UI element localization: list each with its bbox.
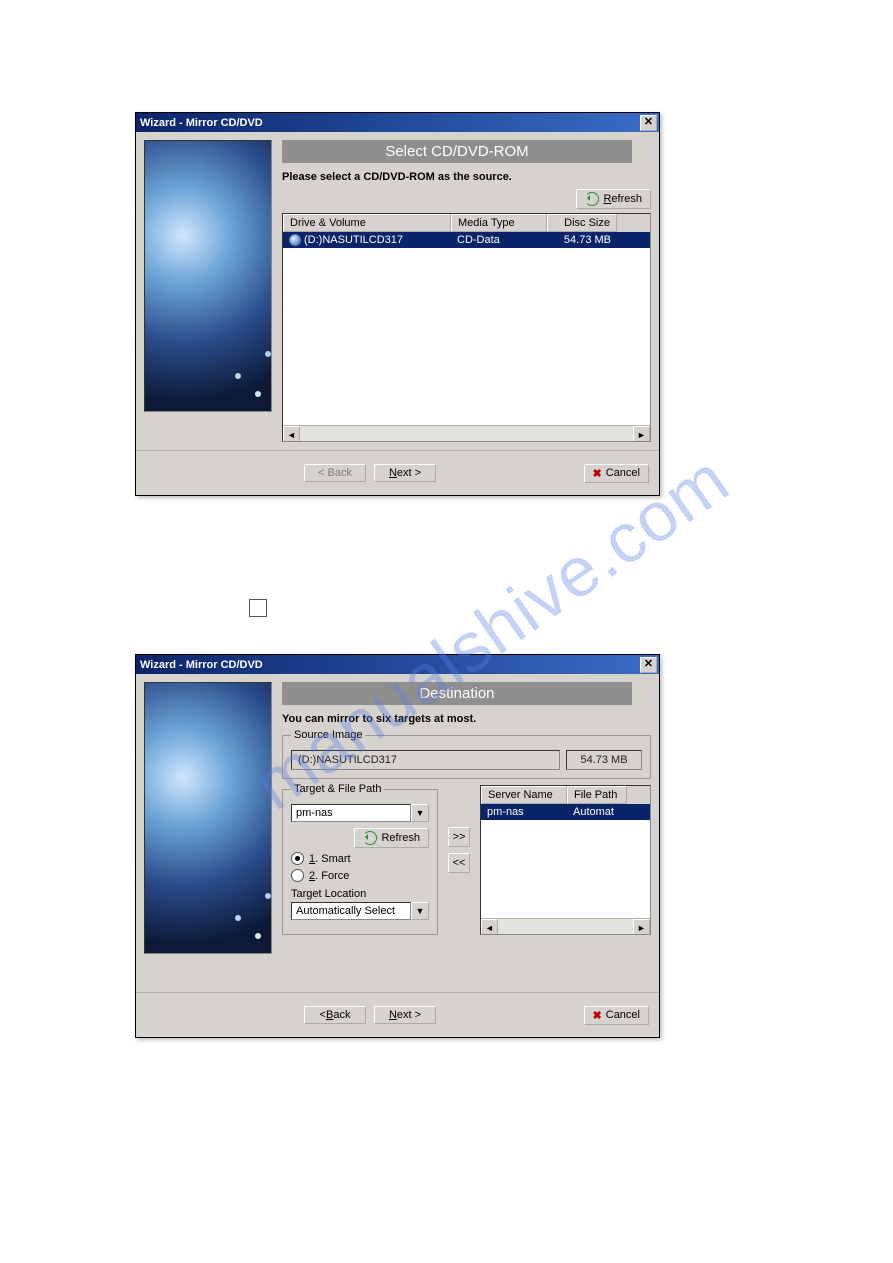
cancel-button[interactable]: ✖ Cancel bbox=[584, 1006, 649, 1025]
force-radio[interactable]: 2. Force bbox=[291, 869, 429, 882]
cancel-label: Cancel bbox=[606, 1009, 640, 1021]
cancel-x-icon: ✖ bbox=[593, 1009, 602, 1022]
cancel-button[interactable]: ✖ Cancel bbox=[584, 464, 649, 483]
list-item[interactable]: (D:)NASUTILCD317 CD-Data 54.73 MB bbox=[283, 232, 650, 248]
cell-media: CD-Data bbox=[451, 232, 547, 248]
wizard-side-image bbox=[144, 682, 272, 954]
dialog-title: Wizard - Mirror CD/DVD bbox=[140, 659, 263, 671]
next-button[interactable]: Next > bbox=[374, 464, 436, 482]
h-scrollbar[interactable]: ◄ ► bbox=[481, 918, 650, 934]
close-button[interactable]: ✕ bbox=[640, 115, 657, 131]
combo-value: pm-nas bbox=[291, 804, 411, 822]
chevron-down-icon[interactable]: ▼ bbox=[411, 902, 429, 920]
cd-icon bbox=[289, 234, 301, 246]
targets-listview[interactable]: Server Name File Path pm-nas Automat bbox=[480, 785, 651, 935]
col-filepath[interactable]: File Path bbox=[567, 786, 627, 804]
source-size-field: 54.73 MB bbox=[566, 750, 642, 770]
scroll-left-icon[interactable]: ◄ bbox=[481, 919, 498, 935]
cancel-label: Cancel bbox=[606, 467, 640, 479]
cell-server: pm-nas bbox=[481, 804, 567, 820]
titlebar: Wizard - Mirror CD/DVD ✕ bbox=[136, 655, 659, 674]
target-filepath-fieldset: Target & File Path pm-nas ▼ Refresh bbox=[282, 789, 438, 935]
step-instruction: Please select a CD/DVD-ROM as the source… bbox=[282, 171, 651, 183]
refresh-label: Refresh bbox=[381, 832, 420, 844]
refresh-targets-button[interactable]: Refresh bbox=[354, 828, 429, 848]
step-banner: Destination bbox=[282, 682, 632, 705]
cell-size: 54.73 MB bbox=[547, 232, 617, 248]
remove-target-button[interactable]: << bbox=[448, 853, 470, 873]
col-size[interactable]: Disc Size bbox=[547, 214, 617, 232]
source-path-field: (D:)NASUTILCD317 bbox=[291, 750, 560, 770]
cell-drive: (D:)NASUTILCD317 bbox=[304, 234, 403, 246]
wizard-select-source-dialog: Wizard - Mirror CD/DVD ✕ Select CD/DVD-R… bbox=[135, 112, 660, 496]
scroll-right-icon[interactable]: ► bbox=[633, 919, 650, 935]
close-icon: ✕ bbox=[644, 659, 653, 670]
back-button: < Back bbox=[304, 464, 366, 482]
refresh-label-tail: efresh bbox=[611, 193, 642, 205]
next-button[interactable]: Next > bbox=[374, 1006, 436, 1024]
radio-icon bbox=[291, 869, 304, 882]
listview-header: Drive & Volume Media Type Disc Size bbox=[283, 214, 650, 232]
add-target-button[interactable]: >> bbox=[448, 827, 470, 847]
list-item[interactable]: pm-nas Automat bbox=[481, 804, 650, 820]
refresh-icon bbox=[363, 831, 377, 845]
dialog-title: Wizard - Mirror CD/DVD bbox=[140, 117, 263, 129]
back-button[interactable]: < Back bbox=[304, 1006, 366, 1024]
source-image-fieldset: Source Image (D:)NASUTILCD317 54.73 MB bbox=[282, 735, 651, 779]
step-instruction: You can mirror to six targets at most. bbox=[282, 713, 651, 725]
checkbox-marker bbox=[249, 599, 267, 617]
target-location-combo[interactable]: Automatically Select ▼ bbox=[291, 902, 429, 920]
target-server-combo[interactable]: pm-nas ▼ bbox=[291, 804, 429, 822]
smart-radio[interactable]: 1. Smart bbox=[291, 852, 429, 865]
col-media[interactable]: Media Type bbox=[451, 214, 547, 232]
h-scrollbar[interactable]: ◄ ► bbox=[283, 425, 650, 441]
refresh-icon bbox=[585, 192, 599, 206]
col-drive[interactable]: Drive & Volume bbox=[283, 214, 451, 232]
cancel-x-icon: ✖ bbox=[593, 467, 602, 480]
col-server[interactable]: Server Name bbox=[481, 786, 567, 804]
wizard-destination-dialog: Wizard - Mirror CD/DVD ✕ Destination You… bbox=[135, 654, 660, 1038]
radio-icon bbox=[291, 852, 304, 865]
scroll-left-icon[interactable]: ◄ bbox=[283, 426, 300, 442]
titlebar: Wizard - Mirror CD/DVD ✕ bbox=[136, 113, 659, 132]
combo-value: Automatically Select bbox=[291, 902, 411, 920]
step-banner: Select CD/DVD-ROM bbox=[282, 140, 632, 163]
close-button[interactable]: ✕ bbox=[640, 657, 657, 673]
cell-filepath: Automat bbox=[567, 804, 627, 820]
source-legend: Source Image bbox=[291, 729, 365, 741]
listview-header: Server Name File Path bbox=[481, 786, 650, 804]
chevron-down-icon[interactable]: ▼ bbox=[411, 804, 429, 822]
scroll-right-icon[interactable]: ► bbox=[633, 426, 650, 442]
cdrom-listview[interactable]: Drive & Volume Media Type Disc Size (D:)… bbox=[282, 213, 651, 442]
target-location-label: Target Location bbox=[291, 888, 429, 900]
wizard-side-image bbox=[144, 140, 272, 412]
target-legend: Target & File Path bbox=[291, 783, 384, 795]
close-icon: ✕ bbox=[644, 117, 653, 128]
refresh-button[interactable]: Refresh bbox=[576, 189, 651, 209]
